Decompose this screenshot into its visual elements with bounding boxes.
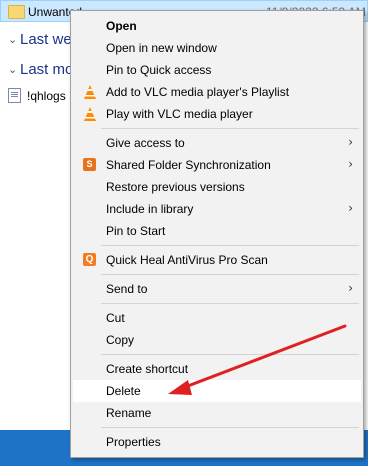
vlc-icon [82, 84, 98, 100]
menu-item-quick-heal-scan[interactable]: Q Quick Heal AntiVirus Pro Scan [73, 249, 361, 271]
menu-separator [101, 427, 359, 428]
menu-item-shared-folder-sync[interactable]: S Shared Folder Synchronization › [73, 154, 361, 176]
menu-item-create-shortcut[interactable]: Create shortcut [73, 358, 361, 380]
chevron-right-icon: › [348, 281, 353, 295]
menu-item-open-in-new-window[interactable]: Open in new window [73, 37, 361, 59]
chevron-right-icon: › [348, 201, 353, 215]
menu-item-pin-to-start[interactable]: Pin to Start [73, 220, 361, 242]
sync-icon: S [82, 157, 98, 173]
menu-item-include-in-library[interactable]: Include in library › [73, 198, 361, 220]
menu-item-cut[interactable]: Cut [73, 307, 361, 329]
chevron-down-icon: ⌄ [8, 64, 18, 76]
menu-separator [101, 303, 359, 304]
menu-item-properties[interactable]: Properties [73, 431, 361, 453]
menu-item-restore-previous-versions[interactable]: Restore previous versions [73, 176, 361, 198]
vlc-icon [82, 106, 98, 122]
file-item-label: !qhlogs [27, 88, 66, 103]
menu-item-send-to[interactable]: Send to › [73, 278, 361, 300]
chevron-right-icon: › [348, 135, 353, 149]
file-item-qhlogs[interactable]: !qhlogs [8, 88, 66, 103]
menu-item-add-to-vlc-playlist[interactable]: Add to VLC media player's Playlist [73, 81, 361, 103]
menu-item-delete[interactable]: Delete [73, 380, 361, 402]
menu-separator [101, 128, 359, 129]
text-document-icon [8, 88, 21, 103]
menu-item-pin-to-quick-access[interactable]: Pin to Quick access [73, 59, 361, 81]
chevron-down-icon: ⌄ [8, 34, 18, 46]
menu-separator [101, 274, 359, 275]
menu-separator [101, 354, 359, 355]
menu-item-open[interactable]: Open [73, 15, 361, 37]
menu-item-play-with-vlc[interactable]: Play with VLC media player [73, 103, 361, 125]
chevron-right-icon: › [348, 157, 353, 171]
menu-item-rename[interactable]: Rename [73, 402, 361, 424]
folder-icon [8, 5, 25, 19]
menu-item-copy[interactable]: Copy [73, 329, 361, 351]
quick-heal-icon: Q [82, 252, 98, 268]
menu-item-give-access-to[interactable]: Give access to › [73, 132, 361, 154]
context-menu: Open Open in new window Pin to Quick acc… [70, 10, 364, 458]
menu-separator [101, 245, 359, 246]
